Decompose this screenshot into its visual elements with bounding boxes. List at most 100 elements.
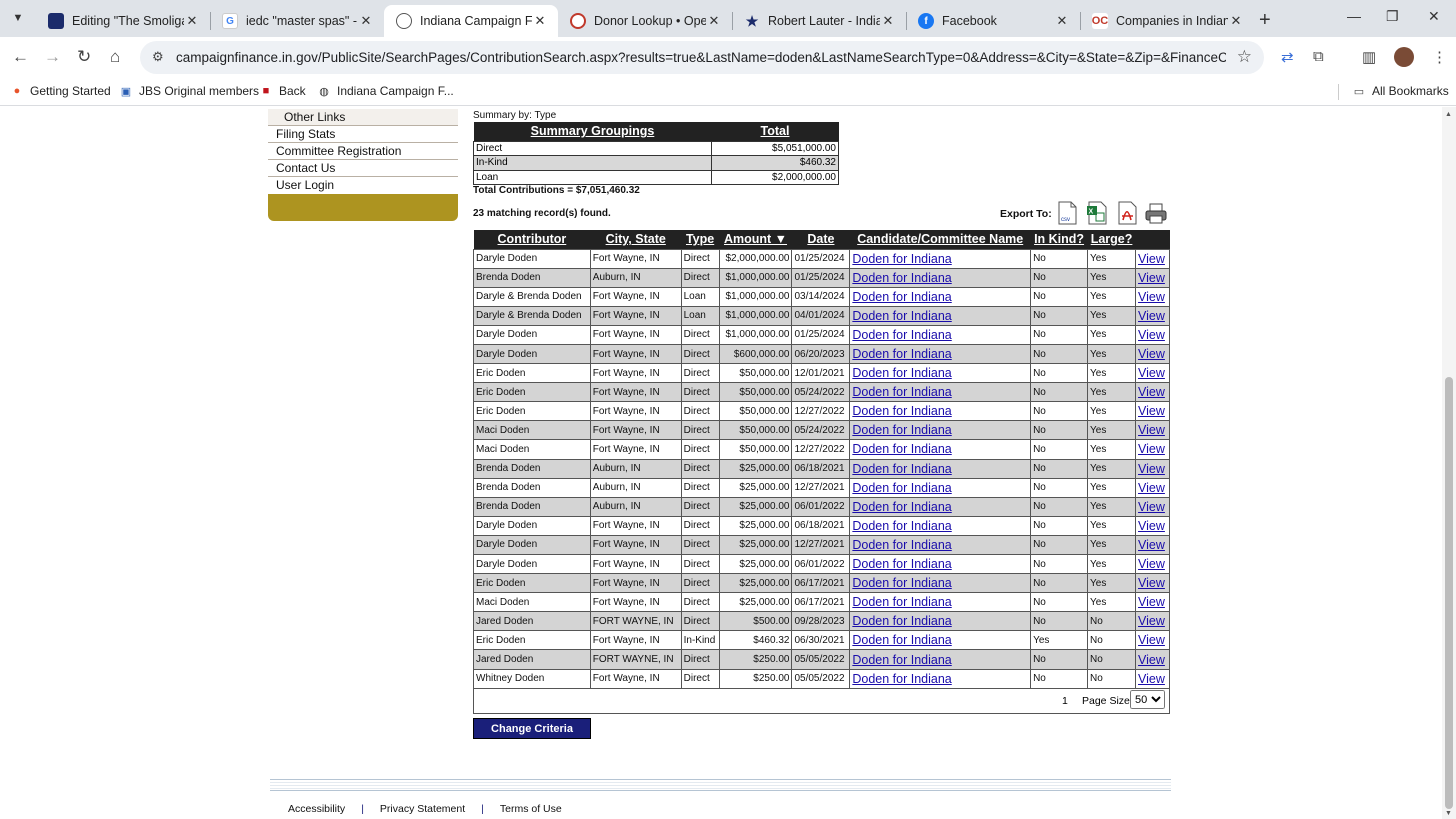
committee-link[interactable]: Doden for Indiana (852, 328, 951, 342)
view-link[interactable]: View (1138, 423, 1165, 437)
committee-link[interactable]: Doden for Indiana (852, 271, 951, 285)
tab-search-chevron-icon[interactable]: ▼ (8, 8, 28, 28)
nav-filing-stats[interactable]: Filing Stats (268, 126, 458, 143)
scrollbar-thumb[interactable] (1445, 377, 1453, 809)
window-close-icon[interactable]: ✕ (1428, 8, 1440, 25)
all-bookmarks[interactable]: ▭ All Bookmarks (1352, 84, 1449, 98)
bookmark-star-icon[interactable]: ☆ (1237, 47, 1252, 67)
bookmark-getting-started[interactable]: ● Getting Started (10, 84, 111, 98)
vertical-scrollbar[interactable]: ▲ ▼ (1442, 107, 1456, 819)
header-amount[interactable]: Amount ▼ (719, 230, 792, 249)
committee-link[interactable]: Doden for Indiana (852, 538, 951, 552)
nav-user-login[interactable]: User Login (268, 177, 458, 194)
view-link[interactable]: View (1138, 557, 1165, 571)
close-icon[interactable]: ✕ (1228, 13, 1244, 29)
view-link[interactable]: View (1138, 672, 1165, 686)
tab-google-search[interactable]: G iedc "master spas" - Go ✕ (210, 5, 384, 37)
committee-link[interactable]: Doden for Indiana (852, 252, 951, 266)
tab-robert-lauter[interactable]: ★ Robert Lauter - Indiana ✕ (732, 5, 906, 37)
tab-opencorporates[interactable]: OC Companies in Indiana ✕ (1080, 5, 1254, 37)
view-link[interactable]: View (1138, 481, 1165, 495)
summary-header-groupings[interactable]: Summary Groupings (473, 122, 712, 141)
page-number[interactable]: 1 (1062, 695, 1068, 707)
view-link[interactable]: View (1138, 538, 1165, 552)
view-link[interactable]: View (1138, 347, 1165, 361)
view-link[interactable]: View (1138, 595, 1165, 609)
committee-link[interactable]: Doden for Indiana (852, 347, 951, 361)
close-icon[interactable]: ✕ (880, 13, 896, 29)
header-city-state[interactable]: City, State (590, 230, 682, 249)
close-icon[interactable]: ✕ (1054, 13, 1070, 29)
committee-link[interactable]: Doden for Indiana (852, 500, 951, 514)
bookmark-back[interactable]: ■ Back (259, 84, 306, 98)
view-link[interactable]: View (1138, 462, 1165, 476)
view-link[interactable]: View (1138, 614, 1165, 628)
sync-icon[interactable]: ⇄ (1281, 48, 1294, 66)
committee-link[interactable]: Doden for Indiana (852, 481, 951, 495)
print-icon[interactable] (1144, 201, 1168, 225)
tab-indiana-campaign-finance[interactable]: Indiana Campaign Fina ✕ (384, 5, 558, 37)
view-link[interactable]: View (1138, 328, 1165, 342)
footer-link-accessibility[interactable]: Accessibility (288, 803, 345, 815)
close-icon[interactable]: ✕ (532, 13, 548, 29)
address-bar[interactable]: ⚙ campaignfinance.in.gov/PublicSite/Sear… (140, 41, 1264, 74)
menu-kebab-icon[interactable]: ⋮ (1432, 48, 1447, 66)
home-icon[interactable]: ⌂ (110, 47, 120, 67)
view-link[interactable]: View (1138, 366, 1165, 380)
close-icon[interactable]: ✕ (184, 13, 200, 29)
bookmark-indiana-campaign[interactable]: ◍ Indiana Campaign F... (317, 84, 454, 98)
new-tab-plus-icon[interactable]: + (1259, 9, 1271, 32)
committee-link[interactable]: Doden for Indiana (852, 404, 951, 418)
profile-avatar[interactable] (1394, 47, 1414, 67)
page-size-select[interactable]: 50 (1130, 690, 1165, 709)
committee-link[interactable]: Doden for Indiana (852, 653, 951, 667)
forward-arrow-icon[interactable]: → (44, 47, 61, 67)
committee-link[interactable]: Doden for Indiana (852, 614, 951, 628)
view-link[interactable]: View (1138, 633, 1165, 647)
header-type[interactable]: Type (681, 230, 720, 249)
nav-committee-registration[interactable]: Committee Registration (268, 143, 458, 160)
side-panel-icon[interactable]: ▥ (1362, 48, 1376, 66)
nav-contact-us[interactable]: Contact Us (268, 160, 458, 177)
export-pdf-icon[interactable] (1116, 201, 1138, 225)
close-icon[interactable]: ✕ (706, 13, 722, 29)
view-link[interactable]: View (1138, 576, 1165, 590)
export-excel-icon[interactable]: X (1086, 201, 1108, 225)
committee-link[interactable]: Doden for Indiana (852, 309, 951, 323)
committee-link[interactable]: Doden for Indiana (852, 576, 951, 590)
url-text[interactable]: campaignfinance.in.gov/PublicSite/Search… (176, 50, 1226, 65)
reload-icon[interactable]: ↻ (77, 47, 91, 67)
extensions-puzzle-icon[interactable]: ⧉ (1313, 48, 1324, 65)
tab-donor-lookup[interactable]: Donor Lookup • Opens ✕ (558, 5, 732, 37)
view-link[interactable]: View (1138, 309, 1165, 323)
committee-link[interactable]: Doden for Indiana (852, 423, 951, 437)
header-large[interactable]: Large? (1087, 230, 1136, 249)
committee-link[interactable]: Doden for Indiana (852, 557, 951, 571)
committee-link[interactable]: Doden for Indiana (852, 519, 951, 533)
committee-link[interactable]: Doden for Indiana (852, 462, 951, 476)
header-contributor[interactable]: Contributor (473, 230, 591, 249)
committee-link[interactable]: Doden for Indiana (852, 442, 951, 456)
committee-link[interactable]: Doden for Indiana (852, 385, 951, 399)
back-arrow-icon[interactable]: ← (12, 47, 29, 67)
committee-link[interactable]: Doden for Indiana (852, 672, 951, 686)
committee-link[interactable]: Doden for Indiana (852, 366, 951, 380)
change-criteria-button[interactable]: Change Criteria (473, 718, 591, 739)
summary-header-total[interactable]: Total (711, 122, 839, 141)
header-date[interactable]: Date (791, 230, 850, 249)
view-link[interactable]: View (1138, 252, 1165, 266)
footer-link-privacy[interactable]: Privacy Statement (380, 803, 465, 815)
scroll-down-icon[interactable]: ▼ (1445, 810, 1452, 817)
view-link[interactable]: View (1138, 519, 1165, 533)
nav-other-links[interactable]: Other Links (268, 109, 458, 126)
restore-icon[interactable]: ❐ (1386, 8, 1399, 25)
export-csv-icon[interactable]: csv (1056, 201, 1078, 225)
site-info-icon[interactable]: ⚙ (152, 49, 164, 65)
tab-editing[interactable]: Editing "The Smoligarc ✕ (36, 5, 210, 37)
header-candidate-committee[interactable]: Candidate/Committee Name (849, 230, 1031, 249)
view-link[interactable]: View (1138, 385, 1165, 399)
committee-link[interactable]: Doden for Indiana (852, 633, 951, 647)
view-link[interactable]: View (1138, 442, 1165, 456)
view-link[interactable]: View (1138, 500, 1165, 514)
header-in-kind[interactable]: In Kind? (1030, 230, 1088, 249)
